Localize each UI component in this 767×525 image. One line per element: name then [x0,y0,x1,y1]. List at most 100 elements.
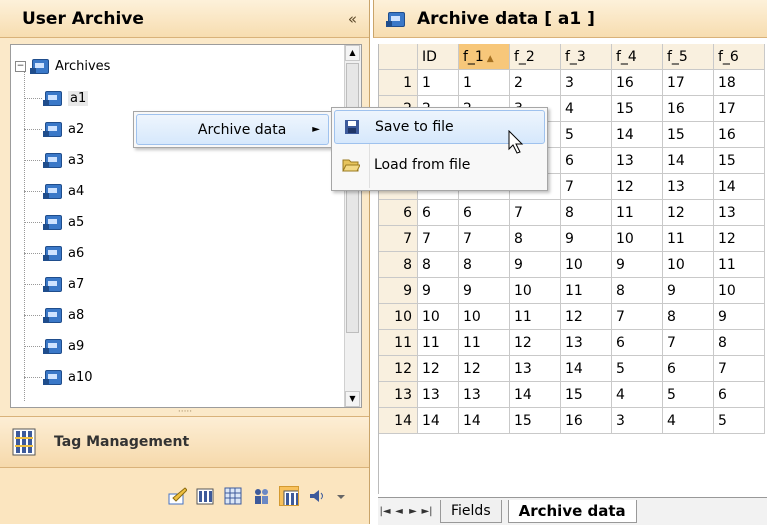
table-row[interactable]: 7 7 7 8 9 10 11 12 [379,225,765,252]
table-cell[interactable]: 11 [458,329,510,356]
table-cell[interactable]: 9 [560,225,612,252]
table-cell[interactable]: 10 [713,277,765,304]
table-cell[interactable]: 8 [417,251,459,278]
table-cell[interactable]: 11 [560,277,612,304]
tree-scrollbar[interactable]: ▲ ▼ [344,45,361,407]
table-cell[interactable]: 14 [458,407,510,434]
menu-item-archive-data[interactable]: Archive data ► [136,114,329,145]
first-page-icon[interactable]: |◄ [378,506,392,517]
table-cell[interactable]: 7 [509,199,561,226]
tree-item-a1[interactable]: a1 [43,87,89,109]
table-cell[interactable]: 16 [662,95,714,122]
table-cell[interactable]: 5 [662,381,714,408]
table-cell[interactable]: 9 [611,251,663,278]
table-row[interactable]: 10 10 10 11 12 7 8 9 [379,303,765,330]
table-cell[interactable]: 16 [560,407,612,434]
table-cell[interactable]: 14 [560,355,612,382]
column-header-f_3[interactable]: f_3 [560,44,612,70]
table-cell[interactable]: 7 [560,173,612,200]
more-icon[interactable] [335,486,355,506]
table-cell[interactable]: 14 [662,147,714,174]
table-cell[interactable]: 4 [611,381,663,408]
table-cell[interactable]: 11 [662,225,714,252]
table-cell[interactable]: 7 [611,303,663,330]
tree-item-a4[interactable]: a4 [43,180,84,202]
table-cell[interactable]: 9 [509,251,561,278]
table-cell[interactable]: 3 [560,69,612,96]
table-cell[interactable]: 12 [611,173,663,200]
next-page-icon[interactable]: ► [406,506,420,517]
table-cell[interactable]: 6 [713,381,765,408]
table-cell[interactable]: 17 [662,69,714,96]
sound-icon[interactable] [307,486,327,506]
table-cell[interactable]: 4 [662,407,714,434]
prev-page-icon[interactable]: ◄ [392,506,406,517]
column-header-f_6[interactable]: f_6 [713,44,765,70]
table-cell[interactable]: 11 [509,303,561,330]
table-cell[interactable]: 11 [611,199,663,226]
scroll-thumb[interactable] [346,63,359,333]
table-cell[interactable]: 12 [417,355,459,382]
table-row[interactable]: 13 13 13 14 15 4 5 6 [379,381,765,408]
table-cell[interactable]: 12 [662,199,714,226]
table-cell[interactable]: 1 [458,69,510,96]
column-header-f_2[interactable]: f_2 [509,44,561,70]
table-cell[interactable]: 13 [417,381,459,408]
table-cell[interactable]: 14 [417,407,459,434]
table-cell[interactable]: 11 [713,251,765,278]
table-cell[interactable]: 6 [662,355,714,382]
table-cell[interactable]: 11 [417,329,459,356]
table-cell[interactable]: 16 [611,69,663,96]
tree-item-a2[interactable]: a2 [43,118,84,140]
table-cell[interactable]: 10 [417,303,459,330]
table-cell[interactable]: 10 [560,251,612,278]
table-cell[interactable]: 6 [560,147,612,174]
archive-tree[interactable]: − Archives a1 a2 a3 a4 a5 a6 a7 a8 a9 a10 ▲ ▼ [10,44,362,408]
table-row[interactable]: 8 8 8 9 10 9 10 11 [379,251,765,278]
table-cell[interactable]: 15 [662,121,714,148]
table-cell[interactable]: 5 [560,121,612,148]
table-cell[interactable]: 10 [509,277,561,304]
table-cell[interactable]: 15 [713,147,765,174]
table-cell[interactable]: 8 [662,303,714,330]
table-row[interactable]: 14 14 14 15 16 3 4 5 [379,407,765,434]
table-cell[interactable]: 15 [611,95,663,122]
users-icon[interactable] [251,486,271,506]
table-cell[interactable]: 10 [611,225,663,252]
tree-item-a9[interactable]: a9 [43,335,84,357]
tree-item-a8[interactable]: a8 [43,304,84,326]
table-cell[interactable]: 4 [560,95,612,122]
table-cell[interactable]: 7 [417,225,459,252]
table-cell[interactable]: 10 [458,303,510,330]
edit-tag-icon[interactable] [167,486,187,506]
tree-item-a5[interactable]: a5 [43,211,84,233]
table-cell[interactable]: 13 [509,355,561,382]
table-cell[interactable]: 15 [560,381,612,408]
tags-icon[interactable] [195,486,215,506]
table-cell[interactable]: 6 [417,199,459,226]
grid-icon[interactable] [223,486,243,506]
table-cell[interactable]: 15 [509,407,561,434]
table-cell[interactable]: 12 [458,355,510,382]
table-row[interactable]: 9 9 9 10 11 8 9 10 [379,277,765,304]
last-page-icon[interactable]: ►| [420,506,434,517]
table-cell[interactable]: 8 [713,329,765,356]
table-cell[interactable]: 8 [611,277,663,304]
table-row[interactable]: 6 6 6 7 8 11 12 13 [379,199,765,226]
table-cell[interactable]: 17 [713,95,765,122]
table-cell[interactable]: 12 [560,303,612,330]
tree-item-a6[interactable]: a6 [43,242,84,264]
table-cell[interactable]: 12 [509,329,561,356]
table-cell[interactable]: 12 [713,225,765,252]
table-cell[interactable]: 16 [713,121,765,148]
table-cell[interactable]: 7 [662,329,714,356]
table-cell[interactable]: 13 [560,329,612,356]
collapse-icon[interactable]: « [348,10,357,28]
table-cell[interactable]: 9 [458,277,510,304]
table-cell[interactable]: 2 [509,69,561,96]
table-cell[interactable]: 18 [713,69,765,96]
collapse-toggle-icon[interactable]: − [15,60,26,72]
table-row[interactable]: 12 12 12 13 14 5 6 7 [379,355,765,382]
table-row[interactable]: 1 1 1 2 3 16 17 18 [379,69,765,96]
tree-item-a7[interactable]: a7 [43,273,84,295]
